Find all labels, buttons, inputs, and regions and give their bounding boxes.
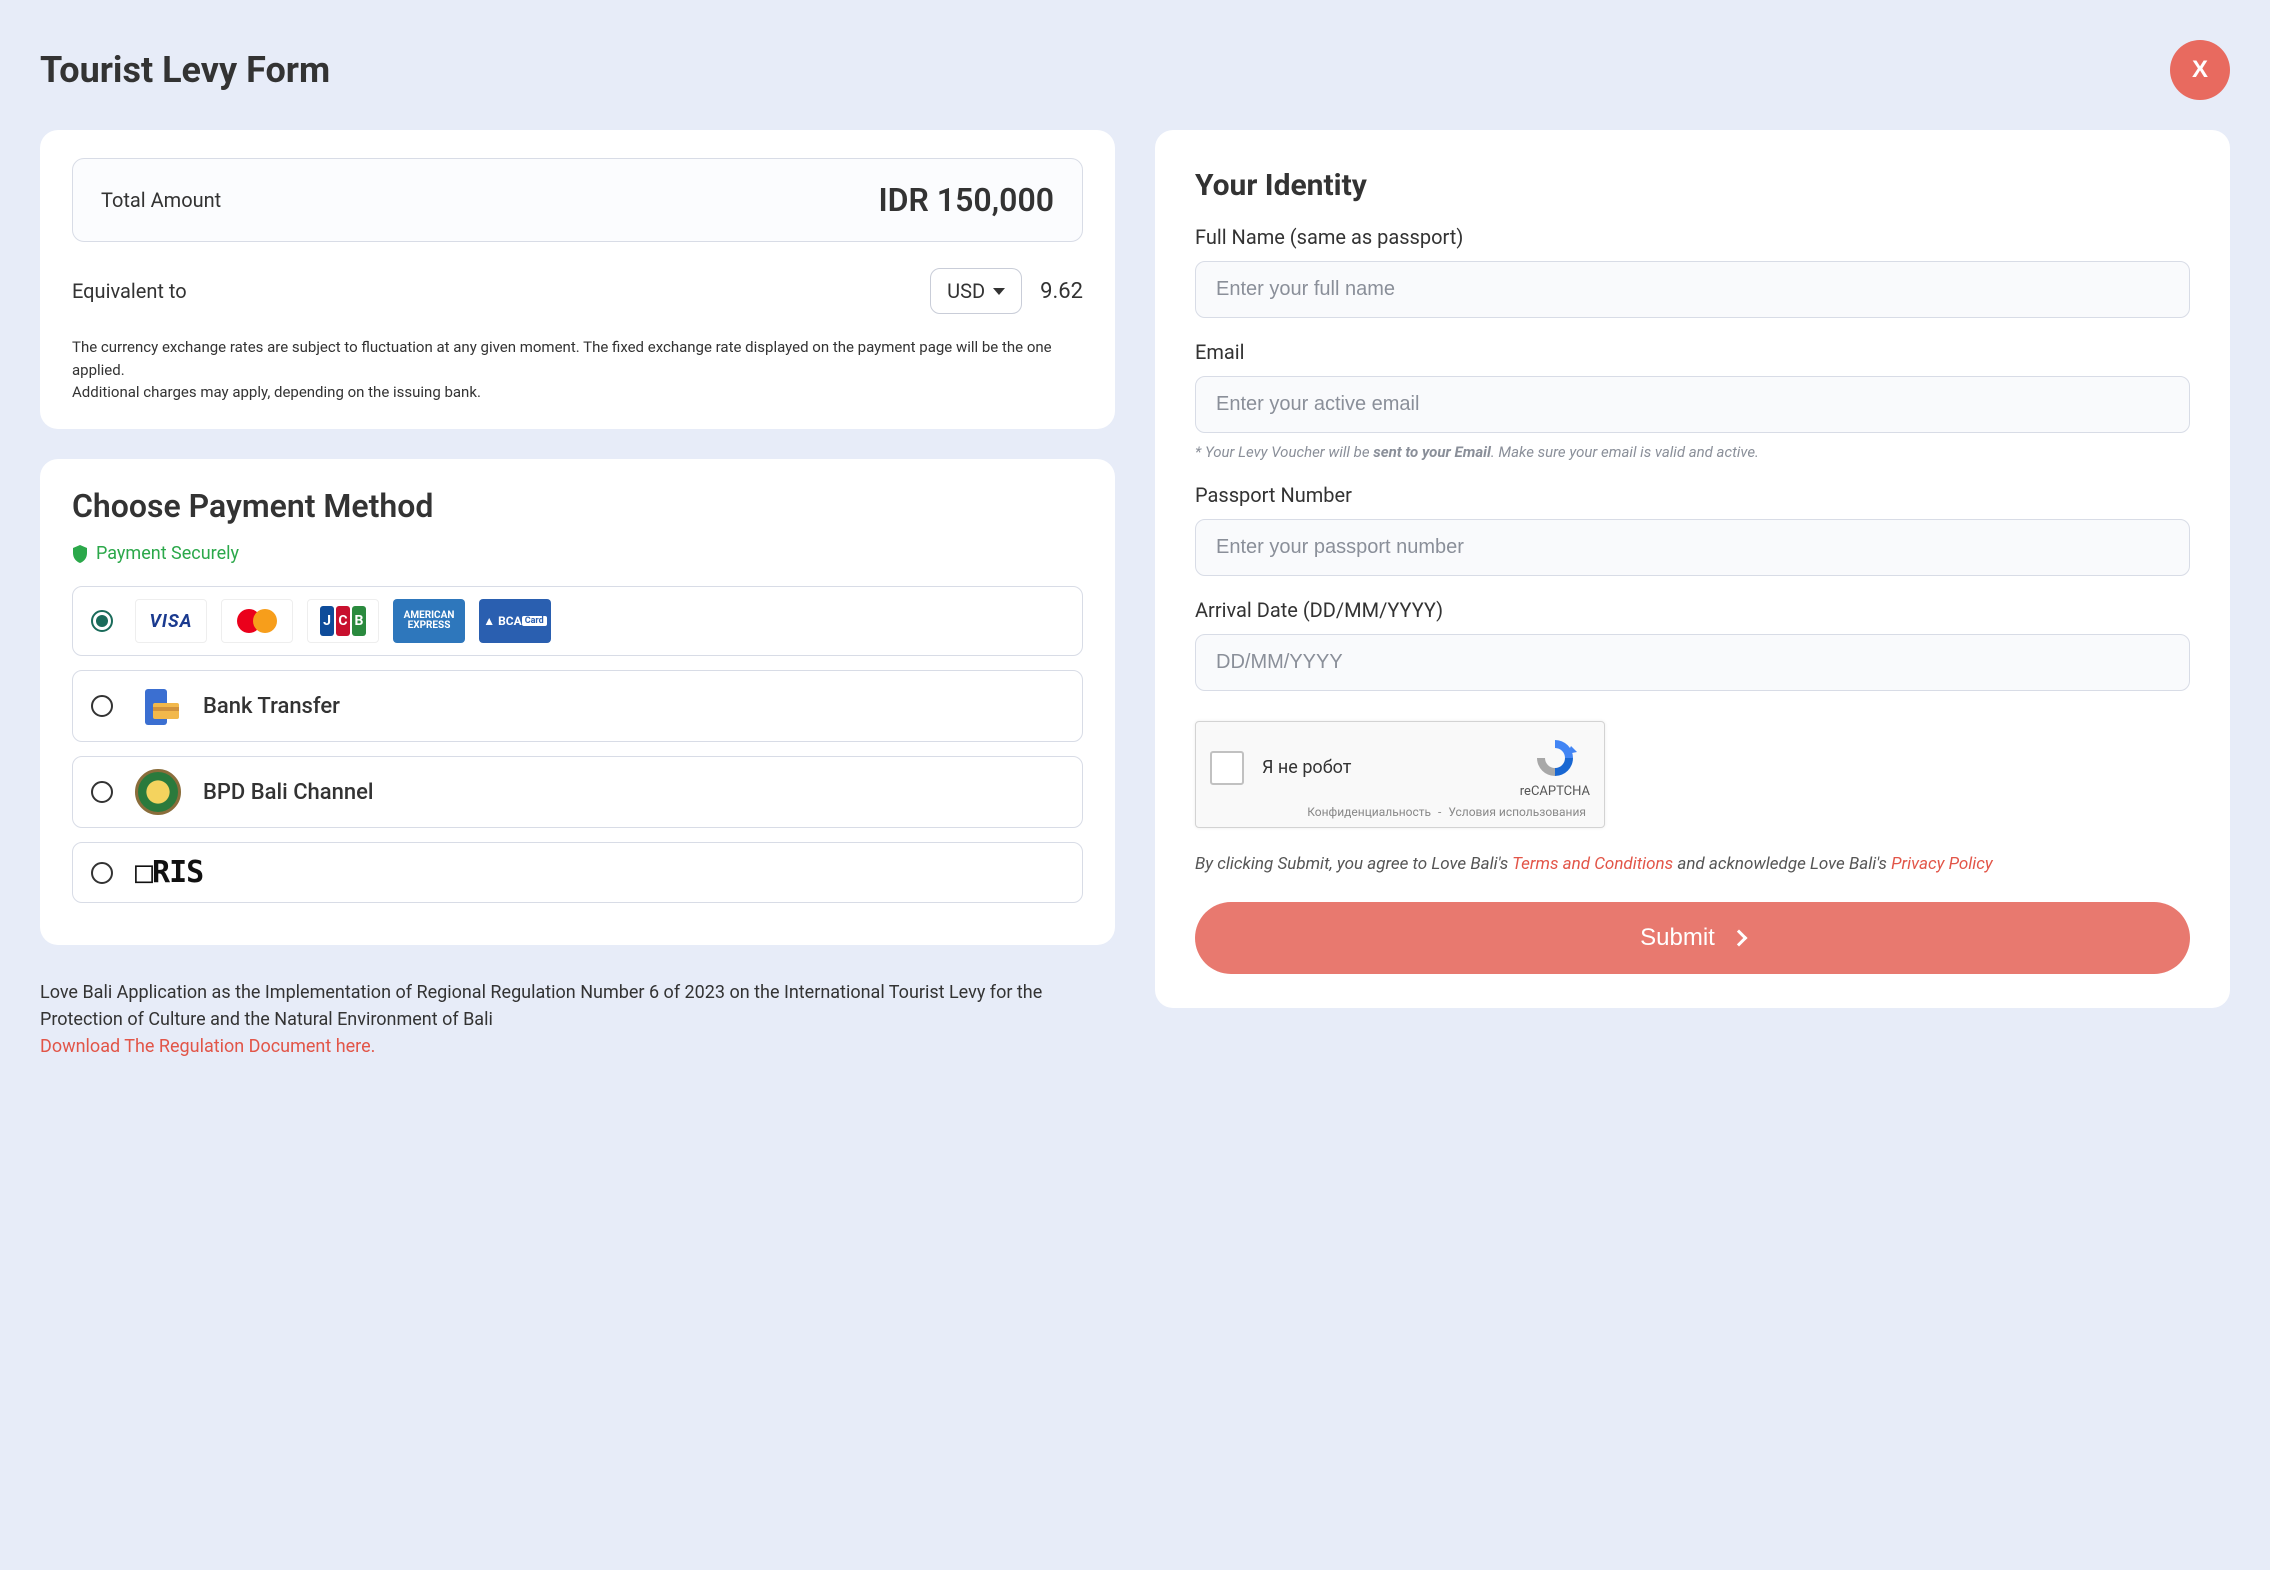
payment-option-bank-transfer[interactable]: Bank Transfer xyxy=(72,670,1083,742)
currency-value: USD xyxy=(947,279,985,303)
payment-option-cards[interactable]: VISA J C B AMERICANEXPRESS ▲ BCACard xyxy=(72,586,1083,656)
payment-card: Choose Payment Method Payment Securely V… xyxy=(40,459,1115,945)
bpd-bali-icon xyxy=(135,769,181,815)
arrival-date-label: Arrival Date (DD/MM/YYYY) xyxy=(1195,598,2190,622)
payment-title: Choose Payment Method xyxy=(72,487,1083,525)
passport-input[interactable] xyxy=(1195,519,2190,576)
chevron-down-icon xyxy=(993,288,1005,295)
terms-link[interactable]: Terms and Conditions xyxy=(1512,854,1673,874)
total-amount-box: Total Amount IDR 150,000 xyxy=(72,158,1083,242)
email-note: * Your Levy Voucher will be sent to your… xyxy=(1195,443,2190,461)
identity-card: Your Identity Full Name (same as passpor… xyxy=(1155,130,2230,1008)
recaptcha-text: Я не робот xyxy=(1262,757,1351,778)
recaptcha-logo-icon xyxy=(1533,736,1577,780)
equivalent-value: 9.62 xyxy=(1040,279,1083,304)
currency-select[interactable]: USD xyxy=(930,268,1022,314)
passport-label: Passport Number xyxy=(1195,483,2190,507)
recaptcha-brand: reCAPTCHA xyxy=(1520,784,1590,799)
page-title: Tourist Levy Form xyxy=(40,49,330,91)
exchange-disclaimer-2: Additional charges may apply, depending … xyxy=(72,383,1083,401)
email-input[interactable] xyxy=(1195,376,2190,433)
visa-logo-icon: VISA xyxy=(135,599,207,643)
radio-bank-transfer[interactable] xyxy=(91,695,113,717)
exchange-disclaimer-1: The currency exchange rates are subject … xyxy=(72,336,1083,381)
footer-text: Love Bali Application as the Implementat… xyxy=(40,979,1115,1033)
payment-option-qris[interactable]: □RIS xyxy=(72,842,1083,903)
radio-bpd-bali[interactable] xyxy=(91,781,113,803)
download-regulation-link[interactable]: Download The Regulation Document here. xyxy=(40,1036,375,1057)
email-label: Email xyxy=(1195,340,2190,364)
privacy-link[interactable]: Privacy Policy xyxy=(1891,854,1993,874)
shield-icon xyxy=(72,545,88,563)
footer-note: Love Bali Application as the Implementat… xyxy=(40,975,1115,1060)
total-amount-label: Total Amount xyxy=(101,188,221,212)
bank-transfer-label: Bank Transfer xyxy=(203,694,340,719)
mastercard-logo-icon xyxy=(221,599,293,643)
identity-title: Your Identity xyxy=(1195,168,2190,203)
recaptcha-widget: Я не робот reCAPTCHA xyxy=(1195,721,1605,828)
bca-logo-icon: ▲ BCACard xyxy=(479,599,551,643)
agree-text: By clicking Submit, you agree to Love Ba… xyxy=(1195,852,2190,878)
card-logos: VISA J C B AMERICANEXPRESS ▲ BCACard xyxy=(135,599,551,643)
total-amount-value: IDR 150,000 xyxy=(878,181,1054,219)
radio-cards[interactable] xyxy=(91,610,113,632)
bpd-bali-label: BPD Bali Channel xyxy=(203,780,374,805)
payment-secure-label: Payment Securely xyxy=(72,543,1083,564)
close-button[interactable]: X xyxy=(2170,40,2230,100)
fullname-input[interactable] xyxy=(1195,261,2190,318)
bank-transfer-icon xyxy=(135,683,181,729)
recaptcha-terms-link[interactable]: Условия использования xyxy=(1448,805,1586,819)
radio-qris[interactable] xyxy=(91,862,113,884)
submit-label: Submit xyxy=(1640,924,1715,952)
submit-button[interactable]: Submit xyxy=(1195,902,2190,974)
equivalent-label: Equivalent to xyxy=(72,279,187,303)
qris-logo-icon: □RIS xyxy=(135,855,203,890)
amex-logo-icon: AMERICANEXPRESS xyxy=(393,599,465,643)
recaptcha-links: Конфиденциальность - Условия использован… xyxy=(1210,805,1590,819)
payment-option-bpd-bali[interactable]: BPD Bali Channel xyxy=(72,756,1083,828)
jcb-logo-icon: J C B xyxy=(307,599,379,643)
recaptcha-privacy-link[interactable]: Конфиденциальность xyxy=(1307,805,1431,819)
chevron-right-icon xyxy=(1730,929,1747,946)
amount-card: Total Amount IDR 150,000 Equivalent to U… xyxy=(40,130,1115,429)
arrival-date-input[interactable] xyxy=(1195,634,2190,691)
fullname-label: Full Name (same as passport) xyxy=(1195,225,2190,249)
recaptcha-checkbox[interactable] xyxy=(1210,751,1244,785)
